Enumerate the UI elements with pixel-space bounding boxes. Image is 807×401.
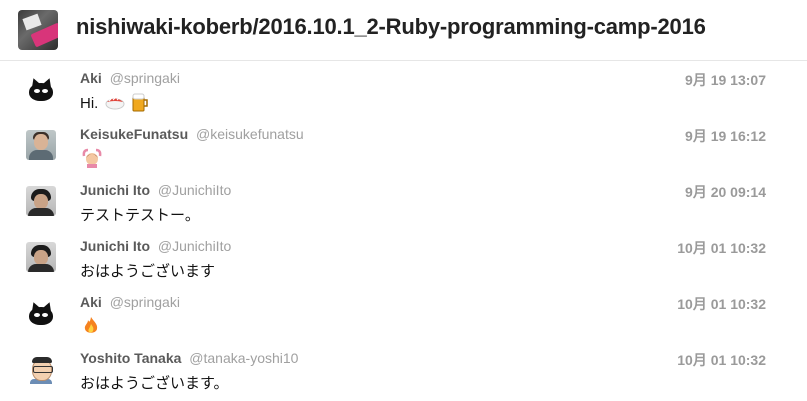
message-timestamp[interactable]: 10月 01 10:32 <box>677 350 766 370</box>
chat-message: Junichi Ito @JunichiIto 10月 01 10:32 おはよ… <box>0 228 807 284</box>
message-text: Hi. <box>80 92 149 116</box>
photo-avatar[interactable] <box>26 130 56 160</box>
author-name[interactable]: Aki <box>80 70 102 86</box>
sushi-icon <box>105 94 125 114</box>
author-handle[interactable]: @JunichiIto <box>158 182 231 198</box>
cat-avatar[interactable] <box>26 298 56 328</box>
author-name[interactable]: Junichi Ito <box>80 182 150 198</box>
room-avatar[interactable] <box>18 10 58 50</box>
chat-message: Aki @springaki 10月 01 10:32 <box>0 284 807 340</box>
room-title[interactable]: nishiwaki-koberb/2016.10.1_2-Ruby-progra… <box>76 14 706 40</box>
message-body: Hi. <box>80 94 99 112</box>
message-timestamp[interactable]: 9月 19 13:07 <box>685 70 766 90</box>
chat-message: Junichi Ito @JunichiIto 9月 20 09:14 テストテ… <box>0 172 807 228</box>
author-handle[interactable]: @keisukefunatsu <box>196 126 304 142</box>
message-body: おはようございます <box>80 263 216 280</box>
author-name[interactable]: Junichi Ito <box>80 238 150 254</box>
message-body: テストテストー。 <box>80 207 200 224</box>
author-name[interactable]: Yoshito Tanaka <box>80 350 181 366</box>
photo-avatar[interactable] <box>26 186 56 216</box>
room-header: nishiwaki-koberb/2016.10.1_2-Ruby-progra… <box>0 0 807 61</box>
person-gesturing-ok-icon <box>82 148 102 172</box>
message-body: おはようございます。 <box>80 375 229 392</box>
author-name[interactable]: Aki <box>80 294 102 310</box>
beer-icon <box>131 92 149 116</box>
author-handle[interactable]: @springaki <box>110 294 180 310</box>
fire-icon <box>82 316 100 340</box>
message-timestamp[interactable]: 10月 01 10:32 <box>677 238 766 258</box>
cat-avatar[interactable] <box>26 74 56 104</box>
author-handle[interactable]: @JunichiIto <box>158 238 231 254</box>
message-text <box>80 316 100 340</box>
photo-avatar[interactable] <box>26 242 56 272</box>
message-timestamp[interactable]: 9月 20 09:14 <box>685 182 766 202</box>
message-timestamp[interactable]: 10月 01 10:32 <box>677 294 766 314</box>
author-name[interactable]: KeisukeFunatsu <box>80 126 188 142</box>
chat-message: Aki @springaki 9月 19 13:07 Hi. <box>0 60 807 116</box>
author-handle[interactable]: @tanaka-yoshi10 <box>189 350 298 366</box>
illustration-avatar[interactable] <box>26 354 56 384</box>
message-text <box>80 148 102 172</box>
message-timestamp[interactable]: 9月 19 16:12 <box>685 126 766 146</box>
chat-message: Yoshito Tanaka @tanaka-yoshi10 10月 01 10… <box>0 340 807 396</box>
author-handle[interactable]: @springaki <box>110 70 180 86</box>
chat-message: KeisukeFunatsu @keisukefunatsu 9月 19 16:… <box>0 116 807 172</box>
